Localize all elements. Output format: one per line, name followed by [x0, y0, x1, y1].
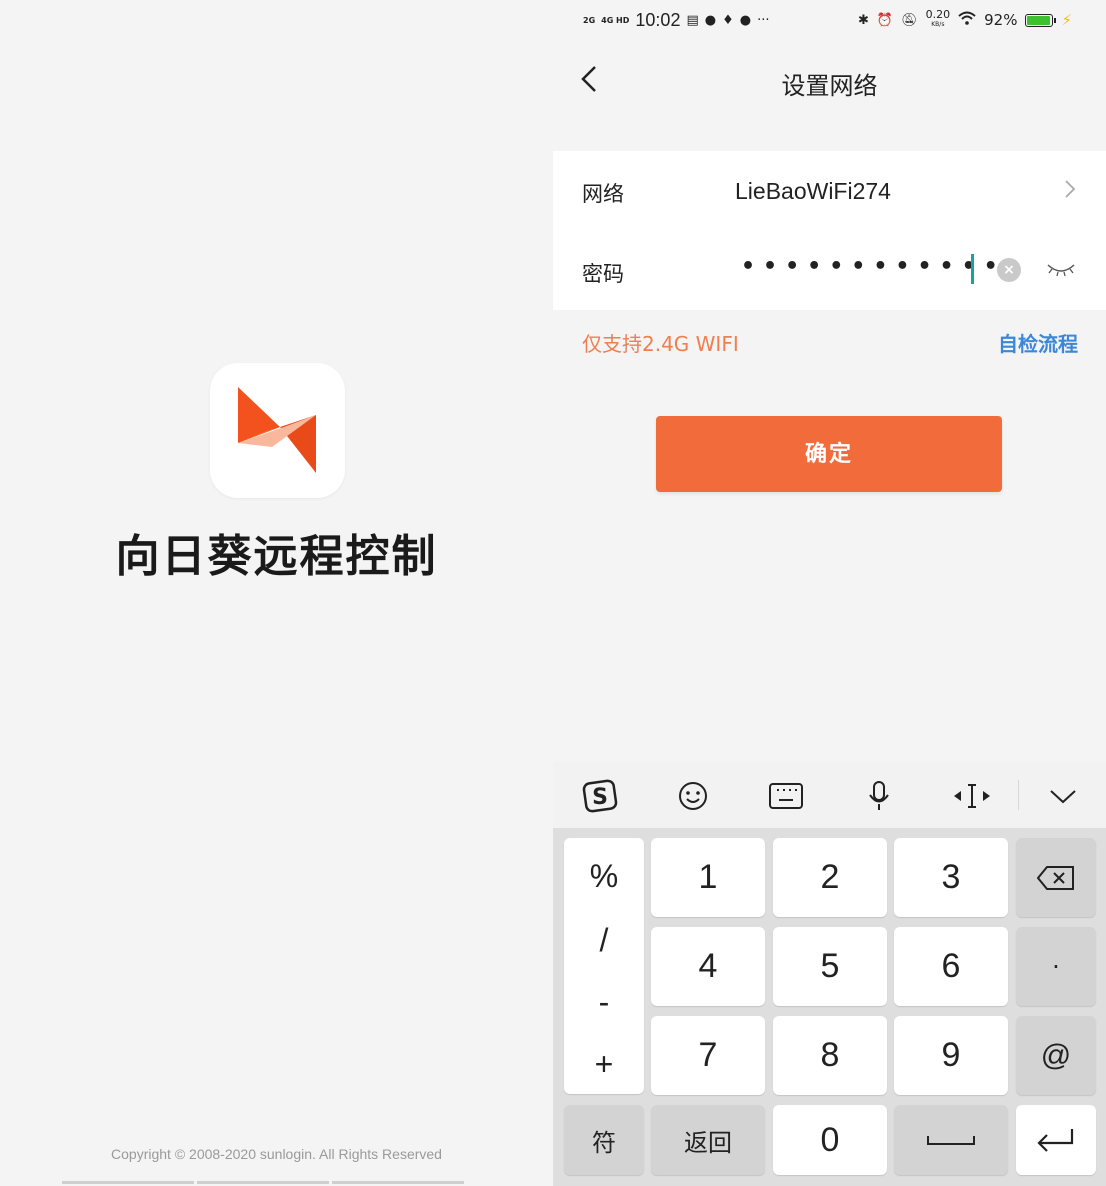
- battery-fill: [1027, 15, 1050, 25]
- toolbar-divider: [1018, 780, 1019, 810]
- keyboard-toolbar: S: [553, 762, 1106, 828]
- self-check-link[interactable]: 自检流程: [998, 328, 1078, 357]
- symbol-key-minus[interactable]: -: [564, 984, 644, 1021]
- more-notifications-icon: ···: [757, 13, 770, 28]
- network-speed: 0.20 KB/s: [925, 8, 951, 28]
- charging-icon: ⚡: [1061, 11, 1072, 29]
- password-field[interactable]: ••••••••••••: [741, 254, 1006, 279]
- key-1[interactable]: 1: [651, 838, 765, 917]
- setup-network-screen: 2G 4G HD 10:02 ▤ ● ♦ ● ··· ✱ ⏰ 🔕︎ 0.20 KB…: [553, 0, 1106, 1186]
- sogou-logo-icon[interactable]: S: [580, 776, 620, 816]
- sim1-signal-icon: 2G: [583, 15, 596, 25]
- collapse-keyboard-icon[interactable]: [1043, 776, 1083, 816]
- screenshot-root: 向日葵远程控制 Copyright © 2008-2020 sunlogin. …: [0, 0, 1106, 1186]
- copyright-text: Copyright © 2008-2020 sunlogin. All Righ…: [111, 1146, 442, 1162]
- key-3[interactable]: 3: [894, 838, 1008, 917]
- emoji-icon[interactable]: [673, 776, 713, 816]
- app-notification-icon: ●: [704, 13, 717, 28]
- status-left: 2G 4G HD 10:02 ▤ ● ♦ ● ···: [583, 10, 770, 31]
- wifi-icon: [958, 11, 976, 29]
- chevron-right-icon: [1064, 179, 1076, 204]
- key-5[interactable]: 5: [773, 927, 887, 1006]
- confirm-button[interactable]: 确定: [656, 416, 1002, 492]
- location-icon: ♦: [722, 13, 734, 28]
- battery-percent: 92%: [984, 11, 1018, 29]
- space-icon[interactable]: [894, 1105, 1008, 1175]
- key-at[interactable]: @: [1016, 1016, 1096, 1095]
- battery-icon: [1025, 13, 1057, 27]
- sunlogin-logo-icon: [238, 387, 316, 473]
- key-4[interactable]: 4: [651, 927, 765, 1006]
- splash-screen: 向日葵远程控制 Copyright © 2008-2020 sunlogin. …: [0, 0, 553, 1186]
- key-back[interactable]: 返回: [651, 1105, 765, 1175]
- svg-text:S: S: [592, 785, 608, 810]
- symbol-key-percent[interactable]: %: [564, 858, 644, 895]
- key-symbols[interactable]: 符: [564, 1105, 644, 1175]
- key-0[interactable]: 0: [773, 1105, 887, 1175]
- key-9[interactable]: 9: [894, 1016, 1008, 1095]
- text-caret: [971, 254, 974, 284]
- keyboard-icon[interactable]: [766, 776, 806, 816]
- status-bar: 2G 4G HD 10:02 ▤ ● ♦ ● ··· ✱ ⏰ 🔕︎ 0.20 KB…: [553, 0, 1106, 44]
- network-row[interactable]: 网络 LieBaoWiFi274: [553, 151, 1106, 231]
- enter-icon[interactable]: [1016, 1105, 1096, 1175]
- bluetooth-icon: ✱: [858, 12, 869, 28]
- eye-closed-icon[interactable]: [1046, 259, 1076, 279]
- nav-bar: 设置网络: [553, 50, 1106, 114]
- mute-icon: 🔕︎: [901, 12, 918, 28]
- key-8[interactable]: 8: [773, 1016, 887, 1095]
- page-title: 设置网络: [781, 72, 878, 100]
- network-form: 网络 LieBaoWiFi274 密码 •••••••••••• ×: [553, 151, 1106, 310]
- sunlogin-app-icon: [210, 363, 345, 498]
- key-6[interactable]: 6: [894, 927, 1008, 1006]
- network-label: 网络: [582, 182, 624, 206]
- key-2[interactable]: 2: [773, 838, 887, 917]
- key-7[interactable]: 7: [651, 1016, 765, 1095]
- clear-input-icon[interactable]: ×: [997, 258, 1021, 282]
- password-label: 密码: [582, 262, 624, 286]
- backspace-icon[interactable]: [1016, 838, 1096, 917]
- status-time: 10:02: [635, 10, 681, 30]
- symbol-key-plus[interactable]: +: [564, 1046, 644, 1083]
- symbol-column[interactable]: % / - +: [564, 838, 644, 1094]
- app-name: 向日葵远程控制: [115, 531, 438, 582]
- numeric-keyboard: % / - + 1 2 3 4 5 6 · 7 8 9 @ 符 返回 0: [553, 828, 1106, 1186]
- network-value: LieBaoWiFi274: [735, 178, 891, 204]
- sim2-signal-icon: 4G HD: [601, 15, 630, 25]
- alarm-icon: ⏰: [876, 12, 894, 28]
- symbol-key-slash[interactable]: /: [564, 922, 644, 959]
- only-24g-hint: 仅支持2.4G WIFI: [582, 332, 739, 356]
- cursor-move-icon[interactable]: [952, 776, 992, 816]
- notification-icon: ▤: [686, 13, 699, 28]
- bottom-nav-lines: [62, 1181, 464, 1184]
- status-right: ✱ ⏰ 🔕︎ 0.20 KB/s 92% ⚡: [858, 8, 1072, 30]
- microphone-icon[interactable]: [859, 776, 899, 816]
- key-dot[interactable]: ·: [1016, 927, 1096, 1006]
- message-icon: ●: [739, 13, 752, 28]
